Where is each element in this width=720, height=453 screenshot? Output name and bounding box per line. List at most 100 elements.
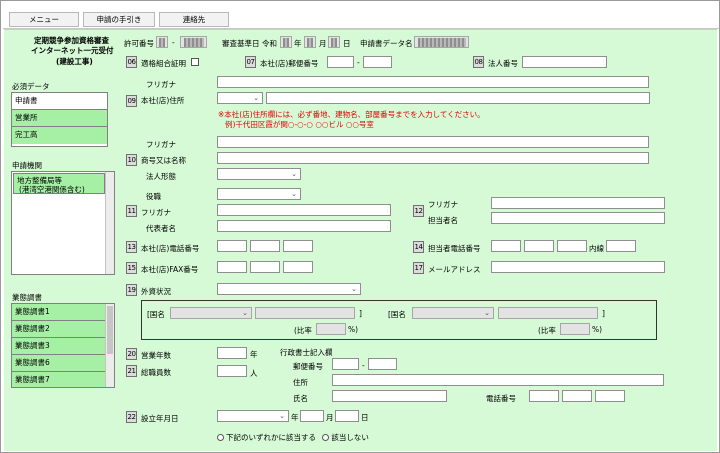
country-label-1: [国名 [147, 310, 165, 319]
chevron-down-icon: ⌄ [291, 170, 297, 178]
hq-phone-number-input[interactable] [283, 240, 313, 252]
field-number-21: 21 [126, 365, 137, 377]
hq-address-input[interactable] [266, 92, 650, 104]
years-in-business-unit: 年 [250, 350, 258, 359]
hq-phone-local-input[interactable] [250, 240, 280, 252]
field-number-08: 08 [473, 56, 484, 68]
field-number-12: 12 [413, 205, 424, 217]
scrivener-name-label: 氏名 [293, 394, 308, 403]
radio-applicable[interactable] [217, 434, 224, 441]
hq-phone-area-input[interactable] [217, 240, 247, 252]
established-month-input[interactable] [335, 410, 359, 422]
menu-bar: メニュー 申請の手引き 連絡先 [3, 3, 719, 29]
chevron-down-icon: ⌄ [242, 309, 248, 317]
contact-phone-area-input[interactable] [491, 240, 521, 252]
business-report-scrollbar[interactable] [105, 304, 114, 387]
contact-person-furigana-input[interactable] [491, 197, 665, 209]
established-year-unit: 年 [291, 413, 299, 422]
scrivener-postal-second-input[interactable] [368, 358, 397, 370]
ratio-label-2: (比率 [538, 326, 556, 335]
agency-item-line2: (港湾空港関係含む) [19, 185, 85, 194]
scrivener-postal-first-input[interactable] [332, 358, 359, 370]
agency-item-regional-bureau[interactable]: 地方整備局等 (港湾空港関係含む) [13, 173, 105, 194]
years-in-business-input[interactable] [217, 347, 247, 359]
representative-name-label: 代表者名 [146, 224, 176, 233]
company-name-furigana-label: フリガナ [146, 140, 176, 149]
required-item-completed-work[interactable]: 完工高 [12, 127, 107, 144]
hq-address-example: 例)千代田区霞が関○-○-○ ○○ビル ○○号室 [225, 120, 374, 129]
foreign-capital-label: 外資状況 [141, 287, 171, 296]
business-report-item[interactable]: 業態調書7 [12, 372, 105, 387]
ratio-label-1: (比率 [294, 326, 312, 335]
field-number-20: 20 [126, 348, 137, 360]
app-data-name-field [414, 36, 469, 48]
scrivener-address-input[interactable] [332, 374, 664, 386]
page-title-line2: インターネット一元受付 [31, 46, 114, 55]
contact-person-name-input[interactable] [491, 212, 665, 224]
established-date-label: 設立年月日 [141, 414, 179, 423]
representative-furigana-label: フリガナ [141, 208, 171, 217]
hq-fax-area-input[interactable] [217, 261, 247, 273]
contact-phone-local-input[interactable] [524, 240, 554, 252]
established-era-select[interactable]: ⌄ [217, 410, 289, 422]
extension-input[interactable] [606, 240, 636, 252]
field-number-13: 13 [126, 241, 137, 253]
hq-address-furigana-input[interactable] [217, 76, 649, 88]
review-date-label: 審査基準日 [222, 39, 260, 48]
field-number-15: 15 [126, 262, 137, 274]
contact-person-furigana-label: フリガナ [428, 200, 458, 209]
hq-fax-local-input[interactable] [250, 261, 280, 273]
hq-postal-code-first-input[interactable] [327, 56, 354, 68]
required-data-title: 必須データ [12, 82, 50, 91]
contact-phone-number-input[interactable] [557, 240, 587, 252]
contact-button[interactable]: 連絡先 [159, 12, 229, 27]
field-number-17: 17 [413, 262, 424, 274]
business-report-scroll-thumb[interactable] [107, 306, 113, 354]
radio-applicable-label[interactable]: 下記のいずれかに該当する [226, 433, 316, 442]
menu-button[interactable]: メニュー [9, 12, 79, 27]
hq-fax-number-input[interactable] [283, 261, 313, 273]
company-name-furigana-input[interactable] [217, 136, 649, 148]
qualified-union-checkbox[interactable] [191, 58, 199, 66]
business-report-item[interactable]: 業態調書3 [12, 338, 105, 355]
required-item-application[interactable]: 申請書 [12, 93, 107, 110]
business-report-item[interactable]: 業態調書1 [12, 304, 105, 321]
company-name-input[interactable] [217, 152, 649, 164]
field-number-06: 06 [126, 56, 137, 68]
hq-prefecture-select[interactable]: ⌄ [217, 92, 263, 104]
scrivener-phone-area-input[interactable] [529, 390, 559, 402]
hq-postal-code-second-input[interactable] [363, 56, 392, 68]
scrivener-name-input[interactable] [332, 390, 447, 402]
representative-furigana-input[interactable] [217, 204, 391, 216]
representative-title-select[interactable]: ⌄ [217, 188, 301, 200]
total-employees-input[interactable] [217, 365, 247, 377]
scrivener-address-label: 住所 [293, 378, 308, 387]
years-in-business-label: 営業年数 [141, 351, 171, 360]
established-year-input[interactable] [300, 410, 324, 422]
agency-list-scrollbar[interactable] [105, 172, 114, 274]
foreign-capital-select[interactable]: ⌄ [217, 283, 361, 295]
radio-not-applicable[interactable] [322, 434, 330, 441]
scrivener-phone-local-input[interactable] [562, 390, 592, 402]
scrivener-phone-number-input[interactable] [595, 390, 625, 402]
email-label: メールアドレス [428, 265, 481, 274]
corporate-number-input[interactable] [522, 56, 607, 68]
radio-not-applicable-label[interactable]: 該当しない [331, 433, 369, 442]
guide-button[interactable]: 申請の手引き [83, 12, 155, 27]
hq-fax-label: 本社(店)FAX番号 [141, 265, 199, 274]
field-number-22: 22 [126, 411, 137, 423]
app-window: メニュー 申請の手引き 連絡先 定期競争参加資格審査 インターネット一元受付 (… [0, 0, 720, 453]
ratio-unit-1: %) [348, 325, 359, 334]
business-report-item[interactable]: 業態調書6 [12, 355, 105, 372]
required-item-office[interactable]: 営業所 [12, 110, 107, 127]
representative-name-input[interactable] [217, 220, 391, 232]
business-report-title: 業態調書 [12, 293, 42, 302]
legal-form-select[interactable]: ⌄ [217, 168, 301, 180]
business-report-item[interactable]: 業態調書2 [12, 321, 105, 338]
email-input[interactable] [491, 261, 665, 273]
foreign-capital-panel: [国名 ⌄ ] (比率 %) [国名 ⌄ ] (比率 %) [141, 300, 657, 340]
scrivener-section-title: 行政書士記入欄 [280, 348, 333, 357]
review-day-unit: 日 [343, 39, 351, 48]
field-number-07: 07 [245, 56, 256, 68]
permit-number-prefix-field [156, 36, 168, 48]
